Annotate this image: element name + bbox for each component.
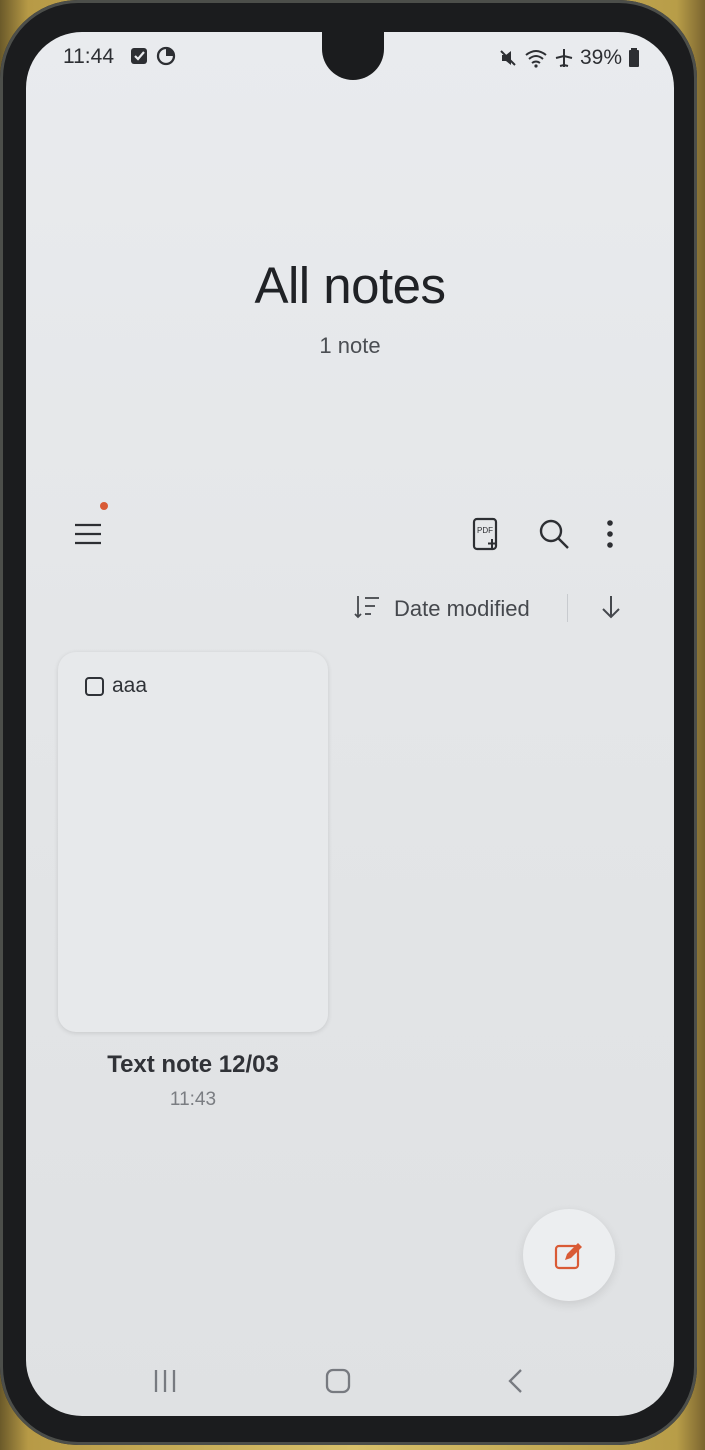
pdf-add-icon: PDF — [472, 517, 498, 551]
note-card[interactable]: aaa — [58, 652, 328, 1032]
notes-screen: 11:44 39% All notes 1 note PDF Date modi… — [26, 32, 674, 1416]
svg-text:PDF: PDF — [477, 526, 493, 535]
search-button[interactable] — [532, 512, 576, 556]
back-button[interactable] — [504, 1366, 528, 1396]
checkbox-icon — [85, 676, 104, 696]
mute-icon — [500, 50, 516, 66]
note-preview-text: aaa — [112, 674, 148, 697]
clock-icon — [156, 46, 176, 66]
status-time: 11:44 — [63, 45, 114, 68]
menu-icon — [75, 523, 101, 545]
sort-divider — [567, 594, 568, 622]
recent-apps-icon — [154, 1370, 176, 1392]
sort-controls: Date modified — [26, 588, 674, 628]
sort-direction-arrow-icon[interactable] — [599, 593, 623, 621]
navigation-bar — [26, 1354, 674, 1414]
checkbox-notification-icon — [131, 48, 147, 64]
note-title[interactable]: Text note 12/03 — [58, 1051, 328, 1079]
page-header: All notes 1 note — [26, 256, 674, 359]
status-system-icons: 39% — [498, 46, 640, 70]
status-notification-icons — [130, 46, 176, 66]
sort-icon[interactable] — [354, 594, 382, 620]
menu-button[interactable] — [66, 512, 110, 556]
page-title: All notes — [254, 257, 446, 314]
back-icon — [508, 1369, 522, 1393]
note-preview: aaa — [85, 674, 147, 698]
note-count: 1 note — [319, 333, 381, 358]
create-pdf-button[interactable]: PDF — [466, 512, 506, 556]
battery-percentage: 39% — [579, 46, 622, 69]
notes-toolbar: PDF — [26, 502, 674, 562]
phone-frame: 11:44 39% All notes 1 note PDF Date modi… — [0, 0, 697, 1445]
home-icon — [325, 1368, 351, 1394]
search-icon — [539, 519, 569, 549]
compose-icon — [554, 1243, 582, 1270]
more-options-button[interactable] — [594, 512, 626, 556]
home-button[interactable] — [323, 1366, 353, 1396]
airplane-icon — [555, 49, 573, 67]
recent-apps-button[interactable] — [150, 1366, 180, 1396]
sort-by-label[interactable]: Date modified — [394, 596, 530, 622]
notification-dot — [100, 502, 108, 510]
more-options-icon — [607, 520, 613, 548]
note-time: 11:43 — [169, 1089, 217, 1110]
wifi-icon — [525, 50, 547, 68]
status-bar: 11:44 39% — [26, 32, 674, 90]
battery-icon — [629, 48, 639, 67]
compose-note-button[interactable] — [523, 1209, 615, 1301]
